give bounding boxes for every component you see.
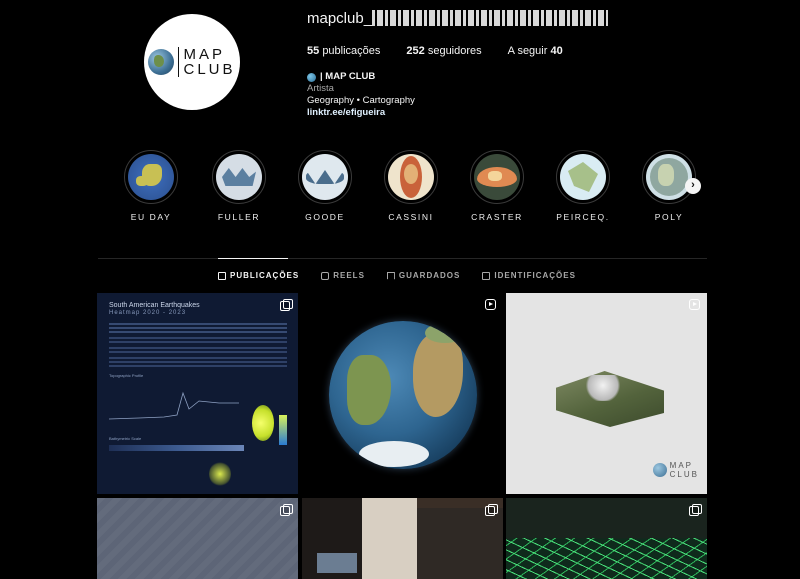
cassini-projection-icon — [388, 154, 434, 200]
antarctica-land — [359, 441, 429, 467]
topographic-profile-chart — [109, 391, 239, 420]
highlight-fuller[interactable]: FULLER — [204, 150, 274, 222]
tab-identificacoes[interactable]: IDENTIFICAÇÕES — [482, 271, 576, 280]
tag-icon — [482, 271, 491, 280]
bathy-label: Bathymetric Scale — [109, 436, 142, 441]
highlight-cassini[interactable]: CASSINI — [376, 150, 446, 222]
profile-tabs: PUBLICAÇÕES REELS GUARDADOS IDENTIFICAÇÕ… — [218, 271, 576, 280]
bio-text: Geography • Cartography — [307, 95, 415, 106]
story-highlights: EU DAY FULLER GOODE CASSINI CRASTER PEIR… — [116, 150, 716, 230]
reel-icon — [689, 299, 700, 310]
heatmap-glow — [209, 461, 231, 487]
highlight-peirceq[interactable]: PEIRCEQ. — [548, 150, 618, 222]
active-tab-indicator — [218, 258, 288, 259]
europe-land — [425, 323, 465, 343]
followers-stat[interactable]: 252 seguidores — [406, 45, 481, 57]
post-3d-terrain[interactable]: MAP CLUB — [506, 293, 707, 494]
craster-projection-icon — [474, 154, 520, 200]
post-grey-map[interactable] — [97, 498, 298, 579]
post-green-city-map[interactable] — [506, 498, 707, 579]
tabs-divider — [98, 258, 707, 259]
tab-guardados[interactable]: GUARDADOS — [386, 271, 460, 280]
highlight-craster[interactable]: CRASTER — [462, 150, 532, 222]
city-map-lines — [506, 538, 707, 579]
logo-text: MAP CLUB — [183, 46, 236, 78]
display-name: | MAP CLUB — [307, 71, 415, 83]
category: Artista — [307, 83, 334, 94]
topo-label: Topographic Profile — [109, 373, 144, 378]
redacted-area — [372, 10, 608, 26]
bio-link[interactable]: linktr.ee/efigueira — [307, 107, 415, 119]
peirce-quincuncial-icon — [560, 154, 606, 200]
profile-stats: 55 publicações 252 seguidores A seguir 4… — [307, 45, 563, 57]
highlight-goode[interactable]: GOODE — [290, 150, 360, 222]
profile-bio: | MAP CLUB Artista Geography • Cartograp… — [307, 71, 415, 119]
post-earthquake-heatmap[interactable]: South American Earthquakes Heatmap 2020 … — [97, 293, 298, 494]
globe-icon — [307, 72, 316, 82]
map-club-watermark: MAP CLUB — [652, 461, 699, 479]
bookmark-icon — [386, 271, 395, 280]
carousel-icon — [689, 504, 702, 516]
chevron-right-icon[interactable]: › — [685, 178, 701, 194]
polyconic-projection-icon — [646, 154, 692, 200]
text-block — [109, 323, 287, 325]
snow-peak — [584, 375, 622, 401]
post-subtitle: Heatmap 2020 - 2023 — [109, 310, 187, 316]
carousel-icon — [280, 299, 293, 311]
map-club-logo: MAP CLUB — [148, 47, 235, 77]
tab-reels[interactable]: REELS — [321, 271, 365, 280]
username: mapclub_ — [307, 10, 373, 27]
goode-projection-icon — [302, 154, 348, 200]
globe-icon — [652, 463, 667, 477]
bathymetric-scale — [109, 445, 244, 451]
south-america-land — [347, 355, 391, 425]
carousel-icon — [485, 504, 498, 516]
reels-icon — [321, 271, 330, 280]
post-title: South American Earthquakes — [109, 302, 200, 309]
logo-divider — [178, 47, 180, 77]
tab-publicacoes[interactable]: PUBLICAÇÕES — [218, 271, 299, 280]
globe-icon — [148, 49, 175, 75]
legend-bar — [279, 415, 287, 445]
profile-avatar[interactable]: MAP CLUB — [144, 14, 240, 110]
highlight-eu-day[interactable]: EU DAY — [116, 150, 186, 222]
posts-stat: 55 publicações — [307, 45, 381, 57]
fuller-projection-icon — [216, 154, 262, 200]
earth-globe — [329, 321, 477, 469]
post-globe-reel[interactable] — [302, 293, 503, 494]
heatmap-blob — [252, 405, 274, 441]
following-stat[interactable]: A seguir 40 — [508, 45, 563, 57]
post-room-photo[interactable] — [302, 498, 503, 579]
grid-icon — [218, 271, 226, 280]
reel-icon — [485, 299, 496, 310]
africa-land — [413, 333, 463, 417]
eu-map-icon — [128, 154, 174, 200]
carousel-icon — [280, 504, 293, 516]
